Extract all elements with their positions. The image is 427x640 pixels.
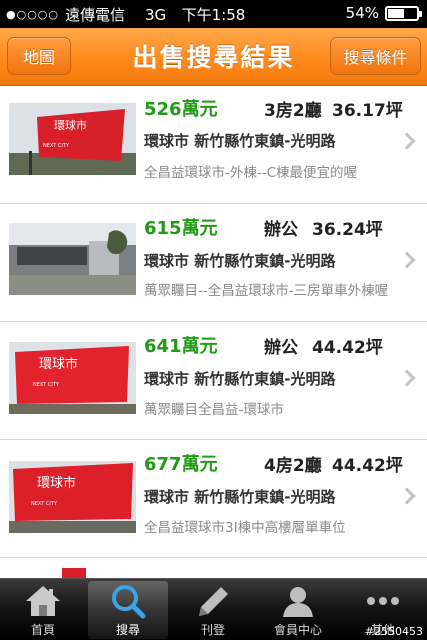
listing-row[interactable]: 615萬元 辦公 36.24坪 環球市 新竹縣竹東鎮-光明路 萬眾矚目--全昌益…: [0, 204, 427, 322]
tab-label: 搜尋: [115, 623, 140, 637]
listing-photo: [9, 223, 136, 295]
listing-description: 萬眾矚目--全昌益環球市-三房單車外棟喔: [144, 283, 389, 299]
chevron-right-icon: [398, 487, 416, 505]
sign-sub: NEXT CITY: [31, 501, 58, 507]
chevron-right-icon: [398, 369, 416, 387]
listing-row[interactable]: 環球市 NEXT CITY 526萬元 3房2廳 36.17坪 環球市 新竹縣竹…: [0, 86, 427, 204]
listing-description: 萬眾矚目全昌益-環球市: [144, 402, 284, 418]
sign-title: 環球市: [39, 356, 78, 372]
search-criteria-button[interactable]: 搜尋條件: [330, 37, 421, 75]
listing-rooms: 3房2廳: [264, 101, 322, 121]
listing-photo: 環球市 NEXT CITY: [9, 103, 136, 175]
tab-search[interactable]: 搜尋: [88, 581, 168, 639]
home-icon: [23, 583, 63, 619]
tab-label: 刊登: [200, 623, 225, 637]
listing-price: 526萬元: [144, 99, 218, 120]
chevron-right-icon: [398, 251, 416, 269]
listing-row[interactable]: [0, 558, 427, 578]
listing-address: 環球市 新竹縣竹東鎮-光明路: [144, 370, 336, 388]
sign-title: 環球市: [54, 118, 87, 132]
listing-area: 44.42坪: [332, 456, 403, 476]
listing-list[interactable]: 環球市 NEXT CITY 526萬元 3房2廳 36.17坪 環球市 新竹縣竹…: [0, 86, 427, 578]
listing-row[interactable]: 環球市 NEXT CITY 677萬元 4房2廳 44.42坪 環球市 新竹縣竹…: [0, 440, 427, 558]
member-icon: [278, 583, 318, 619]
pencil-icon: [193, 583, 233, 619]
tab-label: 會員中心: [273, 623, 322, 637]
listing-address: 環球市 新竹縣竹東鎮-光明路: [144, 252, 336, 270]
listing-price: 615萬元: [144, 218, 218, 239]
tab-member[interactable]: 會員中心: [258, 581, 338, 639]
sign-sub: NEXT CITY: [33, 382, 60, 388]
status-bar: ●○○○○ 遠傳電信 3G 下午1:58 54%: [0, 0, 427, 28]
watermark-label: #2550453: [364, 625, 423, 638]
listing-rooms: 辦公: [264, 338, 298, 358]
nav-bar: 地圖 出售搜尋結果 搜尋條件: [0, 28, 427, 86]
chevron-right-icon: [398, 132, 416, 150]
listing-row[interactable]: 環球市 NEXT CITY 641萬元 辦公 44.42坪 環球市 新竹縣竹東鎮…: [0, 322, 427, 440]
tab-label: 首頁: [30, 623, 55, 637]
tab-home[interactable]: 首頁: [3, 581, 83, 639]
listing-description: 全昌益環球市-外棟--C棟最便宜的喔: [144, 165, 358, 181]
listing-description: 全昌益環球市3I棟中高樓層單車位: [144, 520, 346, 536]
listing-address: 環球市 新竹縣竹東鎮-光明路: [144, 132, 336, 150]
more-icon: [363, 583, 403, 619]
status-right: 54%: [345, 4, 422, 22]
sign-sub: NEXT CITY: [43, 143, 70, 149]
listing-rooms: 4房2廳: [264, 456, 322, 476]
search-icon: [108, 583, 148, 619]
listing-address: 環球市 新竹縣竹東鎮-光明路: [144, 488, 336, 506]
battery-icon: [385, 5, 422, 21]
listing-rooms: 辦公: [264, 220, 298, 240]
listing-photo: 環球市 NEXT CITY: [9, 342, 136, 414]
listing-price: 677萬元: [144, 454, 218, 475]
tab-bar: 首頁 搜尋 刊登 會員中心 其他 #2550453: [0, 578, 427, 640]
sign-title: 環球市: [37, 475, 76, 491]
tab-post[interactable]: 刊登: [173, 581, 253, 639]
listing-area: 44.42坪: [312, 338, 383, 358]
listing-area: 36.17坪: [332, 101, 403, 121]
battery-percent: 54%: [345, 4, 379, 22]
listing-photo: 環球市 NEXT CITY: [9, 461, 136, 533]
listing-price: 641萬元: [144, 336, 218, 357]
listing-area: 36.24坪: [312, 220, 383, 240]
